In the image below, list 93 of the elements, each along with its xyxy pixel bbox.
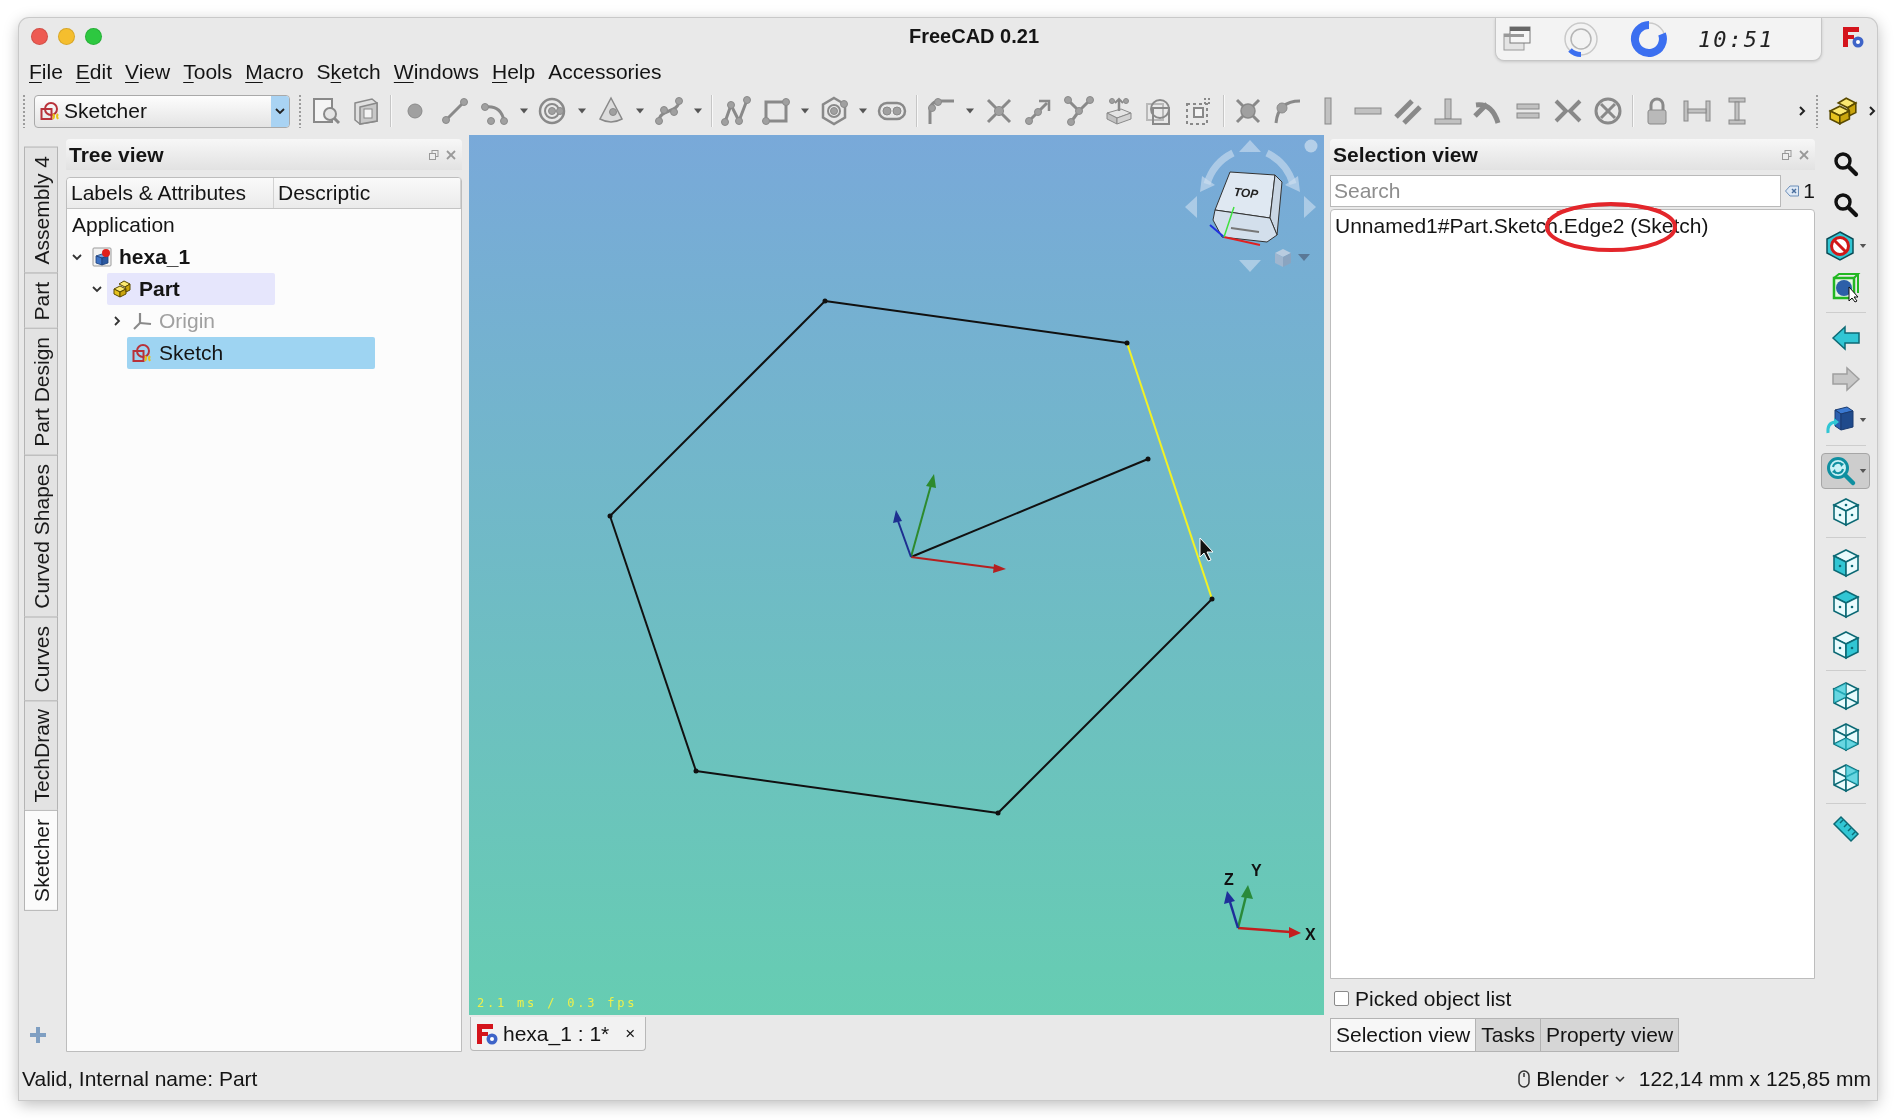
workbench-tab[interactable]: Curves: [24, 616, 58, 702]
document-tab[interactable]: hexa_1 : 1* ×: [470, 1017, 647, 1051]
cube-document-icon: [92, 247, 112, 267]
checkbox[interactable]: [1334, 991, 1349, 1006]
close-icon[interactable]: [446, 149, 456, 160]
menu-item[interactable]: Accessories: [548, 59, 662, 84]
panel-title: Selection view: [1333, 142, 1478, 167]
mini-cube-icon[interactable]: [1275, 249, 1291, 267]
sketch-shapes-icon: [40, 101, 60, 121]
vertex-point: [1209, 596, 1215, 602]
menu-item[interactable]: File: [29, 59, 63, 84]
dimensions-readout: 122,14 mm x 125,85 mm: [1638, 1066, 1871, 1091]
caret-down-icon: [1614, 1075, 1625, 1082]
menu-item[interactable]: Edit: [75, 59, 113, 84]
axes-icon: [132, 311, 152, 331]
menu-dot-icon[interactable]: [1304, 139, 1318, 153]
chevron-right-icon[interactable]: [1797, 105, 1807, 117]
curved-arrow-icon[interactable]: [1265, 149, 1300, 192]
workbench-tab[interactable]: Part Design: [24, 328, 58, 456]
caret-down-icon[interactable]: [635, 108, 645, 114]
app-logo-icon: [475, 1021, 499, 1046]
sketch-shapes-icon: [132, 343, 152, 363]
window-title: FreeCAD 0.21: [908, 25, 1040, 48]
axis-label: X: [1305, 926, 1316, 943]
workbench-tab[interactable]: Curved Shapes: [24, 454, 58, 618]
search-field[interactable]: Search: [1330, 175, 1782, 207]
axis-label: Z: [1224, 871, 1234, 888]
menu-item[interactable]: Help: [492, 59, 536, 84]
tree-item[interactable]: Sketch: [127, 337, 375, 369]
stacked-windows-icon[interactable]: [1502, 24, 1532, 54]
ring-gauge-icon[interactable]: [1562, 20, 1600, 58]
menu-item[interactable]: Macro: [245, 59, 304, 84]
clear-icon[interactable]: [1785, 185, 1800, 197]
close-icon[interactable]: [1799, 149, 1809, 160]
status-message: Valid, Internal name: Part: [22, 1066, 258, 1091]
workbench-dropdown[interactable]: Sketcher: [34, 94, 290, 128]
clock-time: 10:51: [1698, 26, 1775, 52]
plus-icon[interactable]: [28, 1025, 48, 1045]
caret-down-icon[interactable]: [577, 108, 587, 114]
magnifier-refresh-icon[interactable]: [1825, 455, 1857, 487]
chevron-right-icon[interactable]: [1867, 105, 1877, 117]
workbench-tab[interactable]: Part: [24, 272, 58, 330]
menu-item[interactable]: View: [125, 59, 171, 84]
mouse-pointer-icon: [1199, 537, 1214, 562]
app-logo-icon: [1841, 24, 1865, 49]
navigation-style-button[interactable]: Blender: [1518, 1066, 1625, 1091]
no-entry-hexagon-icon[interactable]: [1824, 230, 1856, 262]
panel-tab[interactable]: Tasks: [1475, 1018, 1541, 1052]
blocks-icon: [112, 279, 132, 299]
column-header[interactable]: Descriptic: [274, 178, 461, 208]
caret-down-icon[interactable]: [965, 108, 975, 114]
workbench-tab[interactable]: TechDraw: [24, 700, 58, 812]
axis-label: Y: [1251, 862, 1262, 879]
caret-down-icon[interactable]: [519, 108, 529, 114]
view-tool-button[interactable]: [1821, 453, 1870, 489]
maximize-button[interactable]: [85, 28, 102, 45]
checkbox-label[interactable]: Picked object list: [1355, 986, 1512, 1011]
workbench-tab[interactable]: Sketcher: [24, 810, 58, 912]
caret-down-icon[interactable]: [858, 108, 868, 114]
panel-tab[interactable]: Property view: [1539, 1018, 1680, 1052]
caret-down-icon[interactable]: [693, 108, 703, 114]
column-header[interactable]: Labels & Attributes: [67, 178, 274, 208]
vertex-point: [995, 810, 1001, 816]
panel-tab[interactable]: Selection view: [1330, 1018, 1477, 1052]
tree-item[interactable]: Part: [107, 273, 275, 305]
minimize-button[interactable]: [58, 28, 75, 45]
ring-gauge-icon[interactable]: [1630, 20, 1668, 58]
caret-down-icon[interactable]: [800, 108, 810, 114]
vertex-point: [1124, 340, 1130, 346]
close-tab-button[interactable]: ×: [625, 1023, 636, 1044]
caret-down-icon[interactable]: [1859, 468, 1867, 474]
blocks-icon[interactable]: [1827, 95, 1859, 127]
menu-item[interactable]: Windows: [393, 59, 479, 84]
cube-arrow-icon[interactable]: [1824, 404, 1856, 436]
vertex-point: [693, 768, 699, 774]
float-icon[interactable]: [429, 149, 439, 160]
menu-item[interactable]: Sketch: [316, 59, 381, 84]
curved-arrow-icon[interactable]: [1200, 149, 1235, 192]
panel-title: Tree view: [69, 142, 164, 167]
mouse-icon: [1518, 1069, 1531, 1088]
menu-item[interactable]: Tools: [183, 59, 233, 84]
tree-item[interactable]: hexa_1: [87, 241, 191, 273]
frame-rate-readout: 2.1 ms / 0.3 fps: [477, 996, 638, 1010]
tree-item[interactable]: Application: [67, 209, 175, 241]
close-button[interactable]: [31, 28, 48, 45]
selection-count: 1: [1803, 179, 1815, 203]
vertex-point: [1145, 456, 1151, 462]
caret-down-icon[interactable]: [1859, 243, 1867, 249]
workbench-tab[interactable]: Assembly 4: [24, 147, 58, 274]
float-icon[interactable]: [1782, 149, 1792, 160]
vertex-point: [607, 513, 613, 519]
vertex-point: [822, 298, 828, 304]
caret-down-icon[interactable]: [1859, 417, 1867, 423]
